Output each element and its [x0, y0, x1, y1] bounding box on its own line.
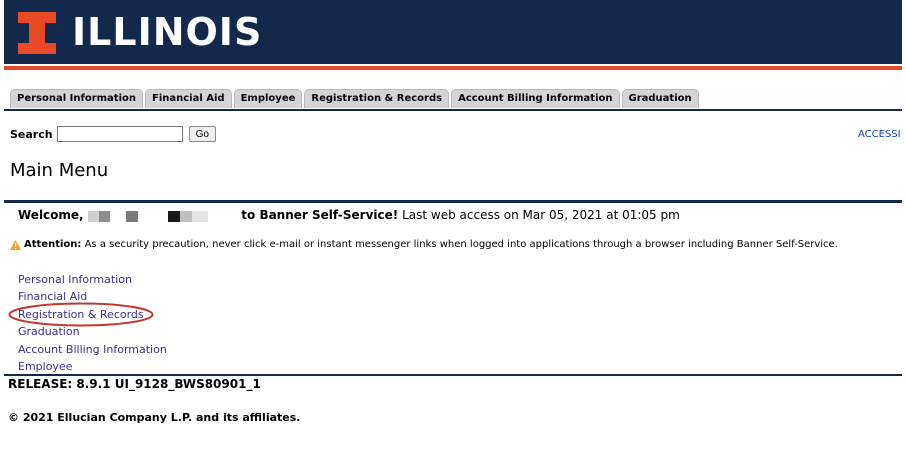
last-access: Last web access on Mar 05, 2021 at 01:05… — [402, 208, 680, 222]
release-info: RELEASE: 8.9.1 UI_9128_BWS80901_1 — [8, 377, 261, 391]
search-bar: Search Go — [10, 126, 216, 142]
illinois-block-i-logo-icon — [18, 12, 56, 54]
tab-employee[interactable]: Employee — [233, 89, 303, 108]
list-item: Account Billing Information — [18, 341, 167, 358]
tab-divider — [4, 109, 902, 111]
tab-graduation[interactable]: Graduation — [621, 89, 699, 108]
page-title: Main Menu — [10, 160, 109, 181]
illinois-wordmark[interactable]: ILLINOIS — [72, 8, 262, 56]
list-item: Personal Information — [18, 271, 167, 288]
menu-link-account-billing-information[interactable]: Account Billing Information — [18, 343, 167, 356]
tab-account-billing-information[interactable]: Account Billing Information — [451, 89, 620, 108]
attention-text: As a security precaution, never click e-… — [84, 239, 838, 250]
menu-link-personal-information[interactable]: Personal Information — [18, 273, 132, 286]
menu-link-employee[interactable]: Employee — [18, 360, 72, 373]
list-item: Employee — [18, 358, 167, 375]
tab-personal-information[interactable]: Personal Information — [10, 89, 143, 108]
accessibility-link[interactable]: ACCESSI — [858, 129, 901, 140]
search-input[interactable] — [56, 126, 183, 142]
security-notice: Attention: As a security precaution, nev… — [10, 239, 838, 250]
welcome-suffix: to Banner Self-Service! — [241, 208, 399, 222]
welcome-prefix: Welcome, — [18, 208, 84, 222]
menu-link-graduation[interactable]: Graduation — [18, 325, 80, 338]
attention-label: Attention: — [24, 239, 82, 250]
redacted-name — [88, 211, 238, 222]
footer-divider — [4, 374, 902, 376]
highlight-oval-annotation — [8, 302, 154, 327]
tab-financial-aid[interactable]: Financial Aid — [145, 89, 232, 108]
header-accent-stripe — [4, 66, 902, 70]
main-tabs: Personal Information Financial Aid Emplo… — [10, 89, 699, 108]
go-button[interactable]: Go — [188, 126, 216, 142]
tab-registration-records[interactable]: Registration & Records — [304, 89, 450, 108]
search-label: Search — [10, 127, 53, 141]
warning-icon — [10, 239, 21, 250]
copyright-notice: © 2021 Ellucian Company L.P. and its aff… — [8, 411, 301, 424]
title-divider — [4, 200, 902, 203]
